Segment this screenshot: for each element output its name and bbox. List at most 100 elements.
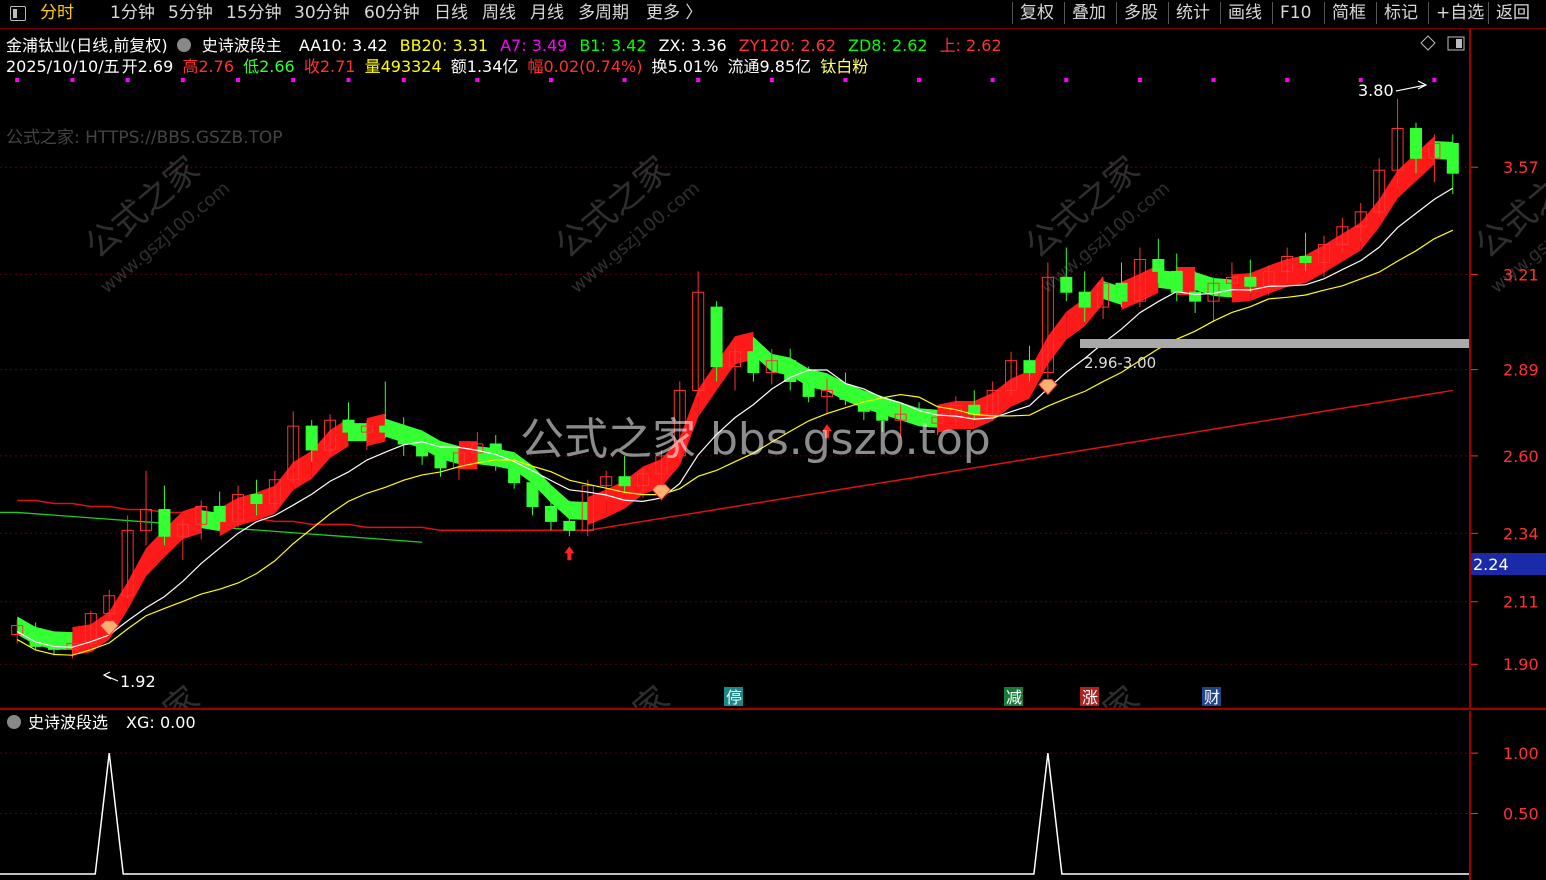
toolbar-separator bbox=[1488, 2, 1489, 24]
event-badge-text[interactable]: 停 bbox=[726, 688, 742, 707]
candle-body bbox=[416, 443, 429, 457]
period-tab-2[interactable]: 5分钟 bbox=[168, 0, 213, 26]
period-tab-10[interactable]: 更多 〉 bbox=[646, 0, 702, 26]
period-tab-4[interactable]: 30分钟 bbox=[294, 0, 350, 26]
ribbon-segment bbox=[1360, 199, 1380, 251]
price-tick-label: 3.21 bbox=[1503, 265, 1539, 284]
low-arrow bbox=[102, 671, 119, 682]
candle-body bbox=[434, 455, 447, 469]
period-tab-6[interactable]: 日线 bbox=[434, 0, 468, 26]
signal-dot bbox=[696, 78, 701, 82]
candlesticks bbox=[11, 98, 1459, 659]
price-chart[interactable]: 公式之家www.gszj100.com 公式之家www.gszj100.com 公式… bbox=[0, 29, 1546, 710]
price-tick-label: 2.11 bbox=[1503, 593, 1539, 612]
layout-toggle-icon[interactable] bbox=[10, 6, 26, 21]
candle-body bbox=[1023, 360, 1036, 374]
site-watermark: 公式之家: HTTPS://BBS.GSZB.TOP bbox=[6, 128, 283, 148]
signal-dot bbox=[990, 78, 995, 82]
toolbar-separator bbox=[1064, 2, 1065, 24]
candle-body bbox=[29, 628, 42, 647]
signal-dot bbox=[475, 78, 480, 82]
indicator-panel[interactable]: 史诗波段选 XG: 0.00 1.00 0.50 bbox=[0, 711, 1546, 880]
toolbar-separator bbox=[1168, 2, 1169, 24]
ribbon-segment bbox=[1011, 370, 1030, 407]
period-tab-3[interactable]: 15分钟 bbox=[226, 0, 282, 26]
toolbar-button-7[interactable]: 标记 bbox=[1384, 0, 1418, 26]
signal-dot bbox=[1432, 78, 1437, 82]
ribbon-segment bbox=[1268, 258, 1288, 294]
high-arrow bbox=[1395, 80, 1428, 92]
signal-dot bbox=[291, 78, 296, 82]
period-tab-1[interactable]: 1分钟 bbox=[110, 0, 155, 26]
signal-dot bbox=[180, 78, 185, 82]
period-toolbar: 分时 1分钟 5分钟 15分钟 30分钟 60分钟 日线 周线 月线 多周期 更多 〉 复权 叠加 多股… bbox=[0, 0, 1546, 29]
center-watermark: 公式之家 bbs.gszb.top bbox=[520, 414, 991, 465]
panel-toggle-icon-inner bbox=[1456, 39, 1462, 48]
price-tick-label: 1.90 bbox=[1503, 655, 1539, 674]
toolbar-button-5[interactable]: F10 bbox=[1280, 0, 1311, 26]
toolbar-separator bbox=[1376, 2, 1377, 24]
ribbon-segment bbox=[1305, 244, 1324, 284]
toolbar-button-0[interactable]: 复权 bbox=[1020, 0, 1054, 26]
period-tab-0[interactable]: 分时 bbox=[40, 0, 74, 26]
indicator-axis: 1.00 0.50 bbox=[1471, 744, 1539, 824]
period-tab-5[interactable]: 60分钟 bbox=[364, 0, 420, 26]
current-price-label: 2.24 bbox=[1473, 555, 1509, 574]
toolbar-separator bbox=[1324, 2, 1325, 24]
chart-corner-controls bbox=[1420, 35, 1465, 51]
high-price-label: 3.80 bbox=[1358, 81, 1394, 100]
toolbar-button-6[interactable]: 简框 bbox=[1332, 0, 1366, 26]
ribbon-segment bbox=[1213, 278, 1232, 298]
indicator-name[interactable]: 史诗波段选 bbox=[28, 713, 108, 732]
event-badges[interactable]: 停减涨财 bbox=[724, 687, 1221, 707]
candle-body bbox=[802, 381, 815, 397]
signal-dot bbox=[15, 78, 20, 82]
ribbon-segment bbox=[127, 548, 147, 610]
candle-body bbox=[1115, 282, 1128, 302]
toolbar-button-4[interactable]: 画线 bbox=[1228, 0, 1262, 26]
candle-body bbox=[1299, 256, 1312, 263]
signal-dot bbox=[548, 78, 553, 82]
price-tick-label: 2.60 bbox=[1503, 447, 1539, 466]
toolbar-button-8[interactable]: +自选 bbox=[1436, 0, 1484, 26]
up-arrow-icon bbox=[564, 546, 575, 561]
period-tab-9[interactable]: 多周期 bbox=[578, 0, 629, 26]
candle-body bbox=[158, 508, 171, 537]
event-badge-text[interactable]: 涨 bbox=[1082, 688, 1098, 707]
toolbar-button-2[interactable]: 多股 bbox=[1124, 0, 1158, 26]
candle-body bbox=[397, 431, 410, 445]
indicator-settings-icon[interactable] bbox=[7, 715, 21, 729]
signal-dot bbox=[769, 78, 774, 82]
event-badge-text[interactable]: 减 bbox=[1006, 688, 1022, 707]
indicator-axis-divider bbox=[1469, 711, 1471, 880]
candle-body bbox=[1446, 142, 1459, 174]
event-badge-text[interactable]: 财 bbox=[1204, 688, 1220, 707]
trend-ribbon bbox=[17, 136, 1453, 656]
candle-body bbox=[305, 425, 318, 451]
toolbar-button-3[interactable]: 统计 bbox=[1176, 0, 1210, 26]
toolbar-button-9[interactable]: 返回 bbox=[1496, 0, 1530, 26]
diamond-icon[interactable] bbox=[1420, 35, 1436, 51]
candle-body bbox=[213, 506, 226, 522]
signal-dot bbox=[1211, 78, 1216, 82]
period-tab-7[interactable]: 周线 bbox=[482, 0, 516, 26]
candle-body bbox=[1409, 128, 1423, 159]
indicator-tick-label: 1.00 bbox=[1503, 744, 1539, 763]
signal-dot bbox=[843, 78, 848, 82]
toolbar-button-1[interactable]: 叠加 bbox=[1072, 0, 1106, 26]
signal-dot bbox=[1137, 78, 1142, 82]
candle-body bbox=[526, 482, 539, 508]
period-tab-8[interactable]: 月线 bbox=[530, 0, 564, 26]
watermark-text: 公式之家 bbox=[1468, 679, 1546, 710]
candle-body bbox=[379, 425, 392, 433]
signal-dot bbox=[401, 78, 406, 82]
candle-body bbox=[1060, 276, 1073, 293]
candle-body bbox=[784, 360, 797, 382]
toolbar-separator bbox=[1012, 2, 1013, 24]
signal-dot bbox=[236, 78, 241, 82]
candle-body bbox=[508, 464, 521, 484]
ribbon-segment bbox=[1342, 222, 1361, 262]
price-tick-label: 3.57 bbox=[1503, 158, 1539, 177]
candle-body bbox=[1152, 258, 1165, 272]
signal-dots bbox=[15, 78, 1437, 82]
